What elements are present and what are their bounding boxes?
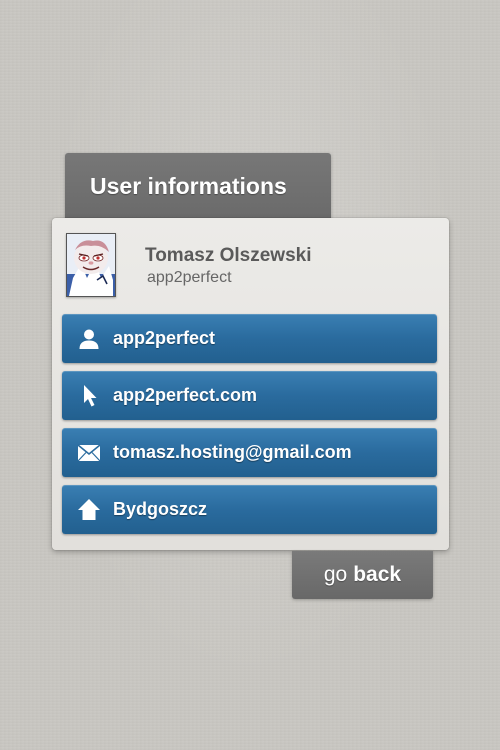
detail-label: Bydgoszcz xyxy=(113,499,208,519)
detail-row-username[interactable]: app2perfect xyxy=(62,314,437,363)
home-icon xyxy=(76,497,102,523)
user-icon xyxy=(76,326,102,352)
page-title: User informations xyxy=(90,173,287,199)
detail-label: app2perfect.com xyxy=(113,385,258,405)
header-tab: User informations xyxy=(65,153,331,221)
detail-row-location[interactable]: Bydgoszcz xyxy=(62,485,437,534)
go-back-button[interactable]: go back xyxy=(292,551,433,599)
cursor-icon xyxy=(76,383,102,409)
detail-label: app2perfect xyxy=(113,328,216,348)
user-full-name: Tomasz Olszewski xyxy=(145,245,312,266)
go-back-label-go: go xyxy=(323,563,348,586)
detail-label: tomasz.hosting@gmail.com xyxy=(113,442,352,462)
detail-row-email[interactable]: tomasz.hosting@gmail.com xyxy=(62,428,437,477)
go-back-label-back: back xyxy=(353,563,402,586)
user-card: Tomasz Olszewski app2perfect app2perfect… xyxy=(52,218,449,550)
user-username: app2perfect xyxy=(147,269,232,286)
envelope-icon xyxy=(76,440,102,466)
cartoon-avatar-icon xyxy=(66,233,116,297)
detail-row-website[interactable]: app2perfect.com xyxy=(62,371,437,420)
